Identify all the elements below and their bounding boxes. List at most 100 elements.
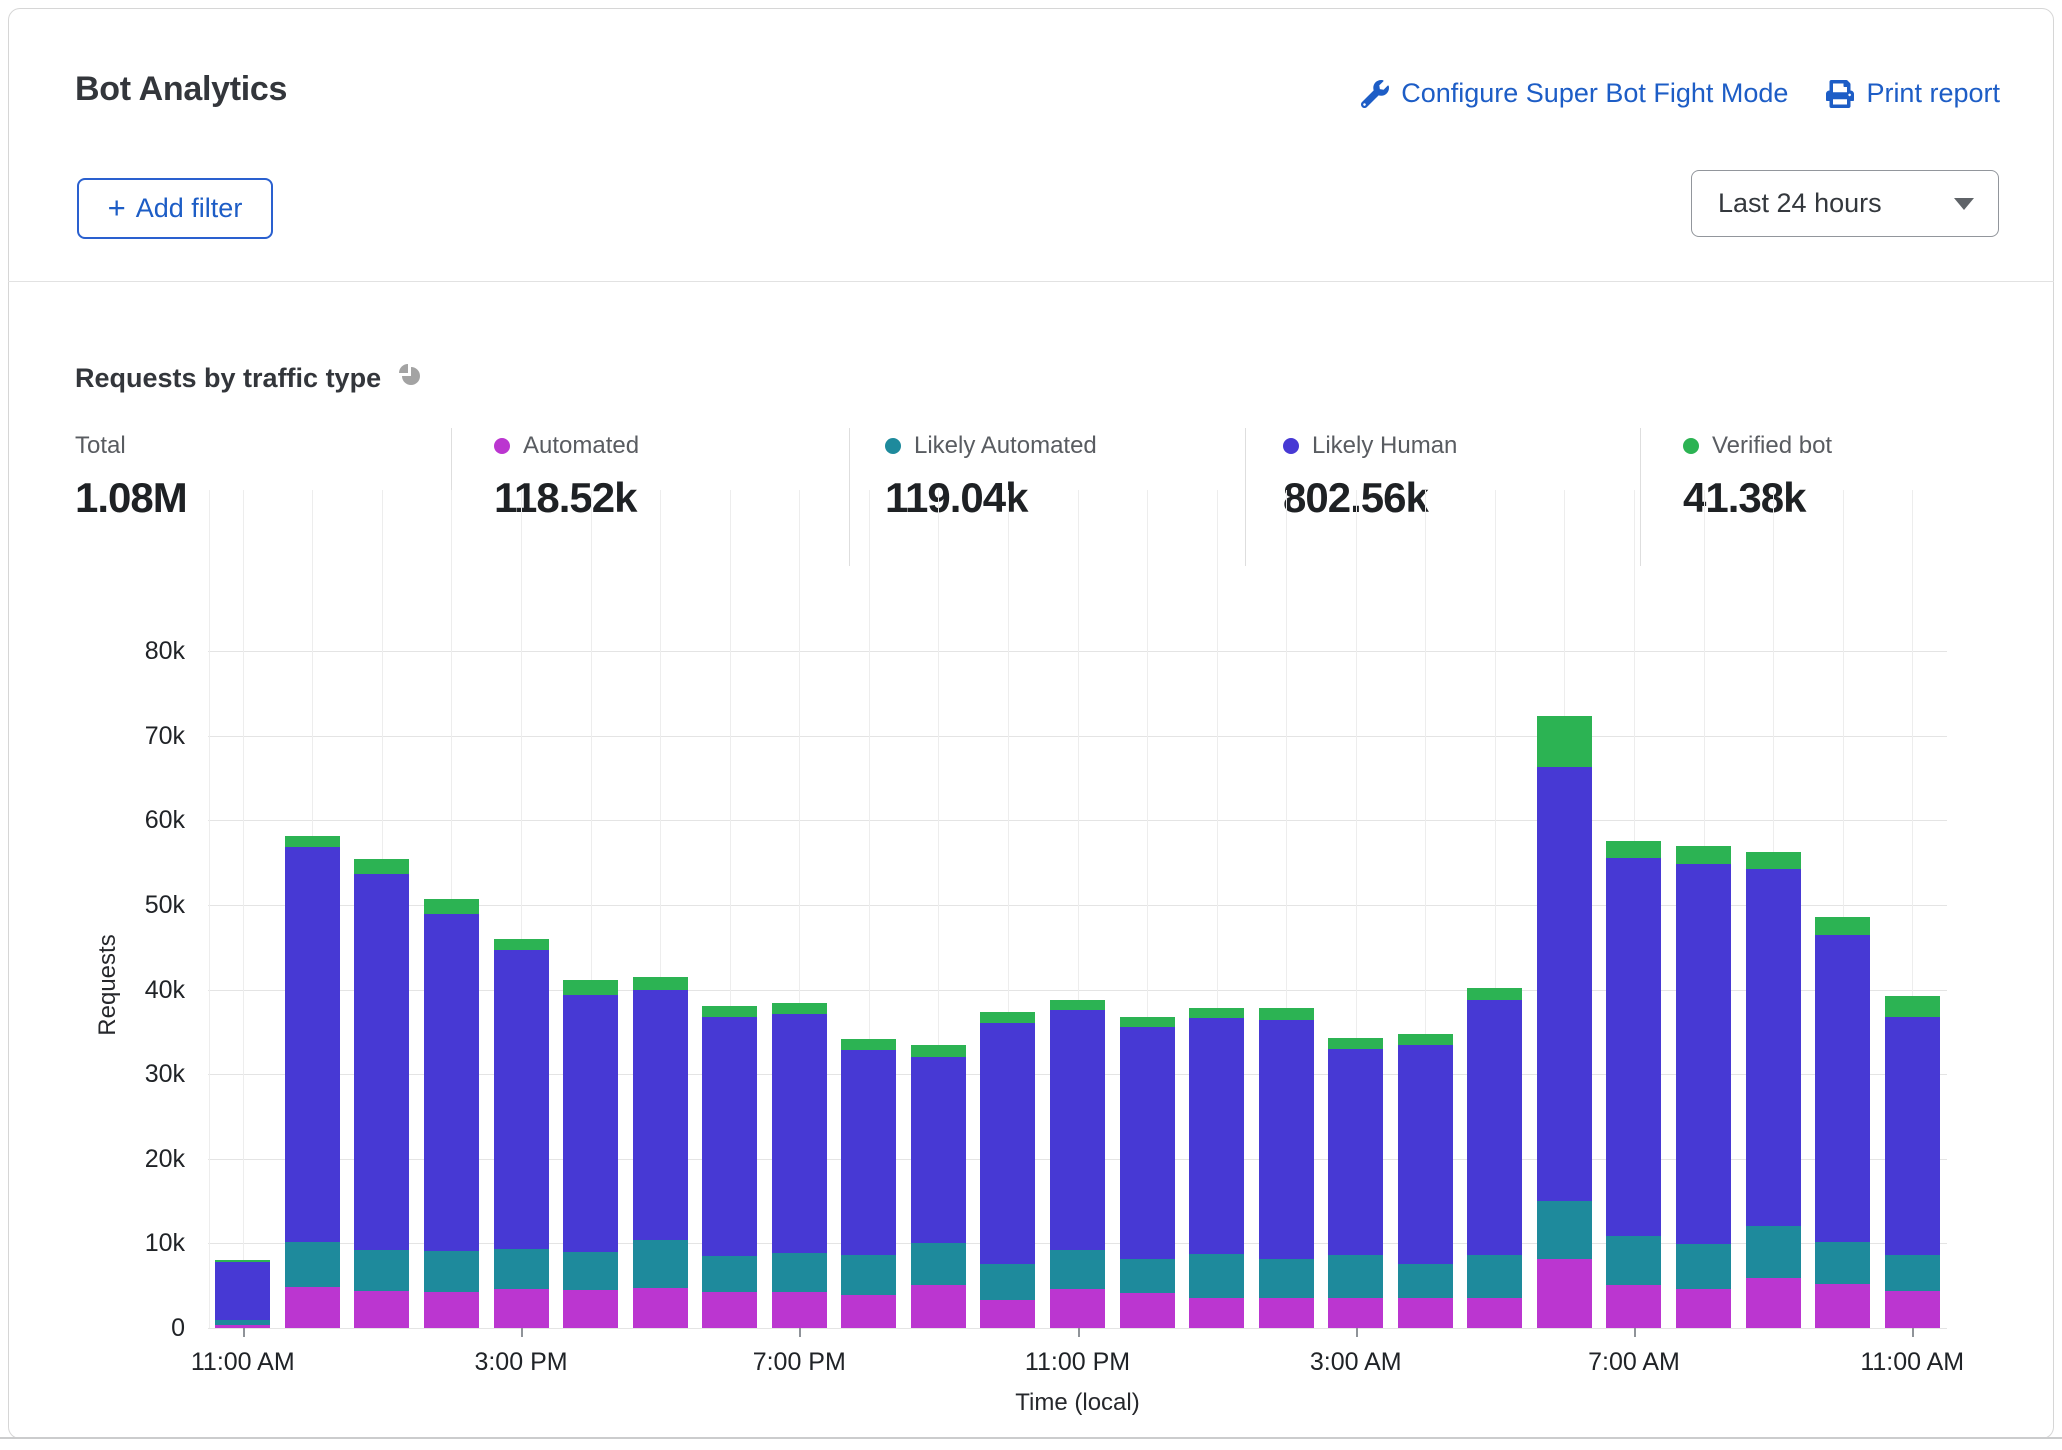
x-tick — [1356, 1328, 1358, 1337]
y-tick-label: 20k — [52, 1145, 185, 1174]
print-report-link[interactable]: Print report — [1826, 78, 2000, 109]
bar-segment-automated — [1537, 1259, 1592, 1328]
stat-label-row: Verified bot — [1683, 432, 1832, 460]
bar-hour-11[interactable] — [980, 1012, 1035, 1328]
bar-segment-verified-bot — [1815, 917, 1870, 935]
bottom-section-divider — [0, 1437, 2062, 1439]
bar-segment-likely-human — [1606, 858, 1661, 1235]
section-title-label: Requests by traffic type — [75, 363, 381, 394]
bar-hour-8[interactable] — [772, 1003, 827, 1328]
bar-segment-likely-human — [215, 1262, 270, 1320]
bar-segment-likely-human — [1050, 1010, 1105, 1250]
bar-segment-verified-bot — [1189, 1008, 1244, 1018]
bar-segment-automated — [633, 1288, 688, 1328]
x-tick — [1912, 1328, 1914, 1337]
pie-chart-icon — [397, 362, 423, 395]
bar-segment-likely-automated — [702, 1256, 757, 1292]
bar-hour-12[interactable] — [1050, 1000, 1105, 1328]
bar-segment-likely-human — [1537, 767, 1592, 1201]
bar-segment-verified-bot — [772, 1003, 827, 1014]
bar-segment-likely-automated — [1328, 1255, 1383, 1297]
bar-hour-22[interactable] — [1746, 852, 1801, 1328]
bar-segment-automated — [1606, 1285, 1661, 1328]
bar-hour-0[interactable] — [215, 1260, 270, 1328]
bar-segment-likely-human — [1467, 1000, 1522, 1256]
add-filter-button[interactable]: + Add filter — [77, 178, 273, 239]
bar-hour-1[interactable] — [285, 835, 340, 1328]
x-tick-label: 3:00 PM — [474, 1348, 567, 1377]
bar-segment-verified-bot — [354, 859, 409, 874]
bar-segment-likely-human — [1120, 1027, 1175, 1259]
bar-hour-2[interactable] — [354, 859, 409, 1328]
x-tick-label: 7:00 AM — [1588, 1348, 1680, 1377]
stat-label: Automated — [523, 432, 639, 460]
bar-segment-likely-automated — [1885, 1255, 1940, 1291]
bar-segment-likely-human — [1398, 1045, 1453, 1264]
bar-segment-verified-bot — [911, 1045, 966, 1057]
bar-hour-19[interactable] — [1537, 716, 1592, 1328]
bar-hour-7[interactable] — [702, 1006, 757, 1328]
bar-segment-likely-human — [1815, 935, 1870, 1242]
bar-hour-15[interactable] — [1259, 1008, 1314, 1328]
legend-dot-icon — [494, 438, 510, 454]
bar-hour-10[interactable] — [911, 1045, 966, 1328]
bar-hour-13[interactable] — [1120, 1017, 1175, 1328]
bar-segment-likely-automated — [911, 1243, 966, 1284]
bar-hour-9[interactable] — [841, 1039, 896, 1328]
bar-segment-verified-bot — [563, 980, 618, 994]
bar-hour-17[interactable] — [1398, 1034, 1453, 1328]
bar-hour-21[interactable] — [1676, 846, 1731, 1328]
bar-segment-verified-bot — [1537, 716, 1592, 767]
time-range-select[interactable]: Last 24 hours — [1691, 170, 1999, 237]
y-tick-label: 40k — [52, 976, 185, 1005]
bar-hour-5[interactable] — [563, 980, 618, 1328]
bar-segment-likely-human — [285, 847, 340, 1241]
bar-hour-20[interactable] — [1606, 841, 1661, 1328]
bar-segment-likely-automated — [1815, 1242, 1870, 1284]
bar-hour-4[interactable] — [494, 939, 549, 1328]
configure-link-label: Configure Super Bot Fight Mode — [1401, 78, 1788, 109]
bar-segment-verified-bot — [1746, 852, 1801, 869]
bar-segment-verified-bot — [702, 1006, 757, 1017]
v-gridline — [243, 490, 244, 1328]
section-title: Requests by traffic type — [75, 362, 423, 395]
bar-hour-23[interactable] — [1815, 917, 1870, 1328]
stat-value: 1.08M — [75, 474, 187, 522]
stat-label-row: Total — [75, 432, 187, 460]
bar-segment-likely-automated — [633, 1240, 688, 1288]
bar-segment-automated — [1467, 1298, 1522, 1328]
bar-segment-verified-bot — [1120, 1017, 1175, 1027]
bar-segment-automated — [841, 1295, 896, 1328]
x-tick — [521, 1328, 523, 1337]
bar-hour-16[interactable] — [1328, 1038, 1383, 1328]
configure-super-bot-fight-mode-link[interactable]: Configure Super Bot Fight Mode — [1361, 78, 1788, 109]
bar-hour-18[interactable] — [1467, 988, 1522, 1328]
header-divider — [8, 281, 2054, 282]
bar-segment-likely-human — [424, 914, 479, 1251]
bar-hour-6[interactable] — [633, 977, 688, 1328]
bar-segment-likely-human — [702, 1017, 757, 1256]
y-tick-label: 60k — [52, 806, 185, 835]
bar-segment-verified-bot — [1885, 996, 1940, 1017]
stat-label-row: Automated — [494, 432, 639, 460]
bar-segment-automated — [980, 1300, 1035, 1328]
bar-segment-automated — [1398, 1298, 1453, 1328]
bar-segment-likely-automated — [1676, 1244, 1731, 1289]
bar-hour-3[interactable] — [424, 899, 479, 1328]
bar-segment-likely-automated — [1746, 1226, 1801, 1278]
bar-segment-verified-bot — [1328, 1038, 1383, 1049]
y-tick-label: 0 — [52, 1314, 185, 1343]
stat-label: Likely Automated — [914, 432, 1097, 460]
bar-segment-automated — [354, 1291, 409, 1328]
print-link-label: Print report — [1866, 78, 2000, 109]
bar-segment-verified-bot — [1606, 841, 1661, 858]
bar-segment-likely-automated — [772, 1253, 827, 1292]
bar-hour-14[interactable] — [1189, 1008, 1244, 1328]
bar-segment-likely-human — [1676, 864, 1731, 1244]
bar-segment-verified-bot — [424, 899, 479, 914]
x-tick-label: 11:00 PM — [1025, 1348, 1130, 1377]
stat-total[interactable]: Total 1.08M — [75, 432, 187, 522]
wrench-icon — [1361, 80, 1389, 108]
bot-analytics-page: Bot Analytics Configure Super Bot Fight … — [0, 0, 2062, 1450]
bar-hour-24[interactable] — [1885, 996, 1940, 1328]
